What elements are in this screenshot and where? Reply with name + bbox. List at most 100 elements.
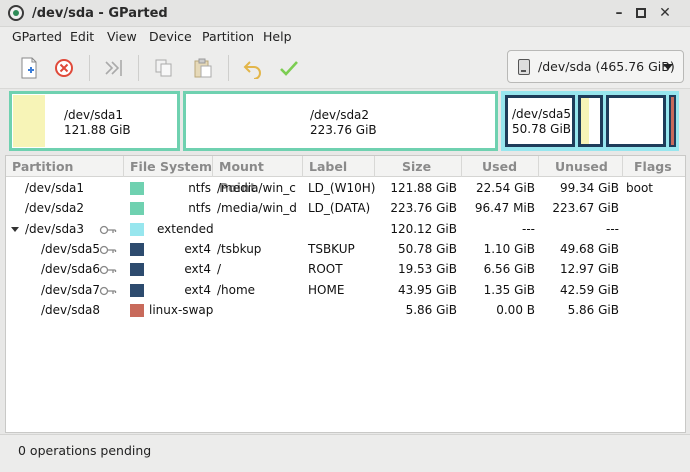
diskmap-partition-sda5[interactable]: /dev/sda5 50.78 GiB bbox=[505, 95, 575, 147]
cell-mount-point: /tsbkup bbox=[217, 241, 262, 256]
close-button[interactable]: ✕ bbox=[656, 4, 674, 22]
cell-file-system: ext4 bbox=[184, 262, 211, 277]
cell-mount-point: /media/win_c bbox=[217, 181, 296, 195]
column-flags[interactable]: Flags bbox=[623, 156, 685, 177]
cell-size: 43.95 GiB bbox=[397, 282, 457, 297]
menu-view[interactable]: View bbox=[107, 29, 137, 44]
menu-bar: GParted Edit View Device Partition Help bbox=[0, 27, 690, 47]
cell-flags: boot bbox=[626, 181, 654, 195]
cell-mount-point: /media/win_d bbox=[217, 201, 297, 216]
menu-gparted[interactable]: GParted bbox=[12, 29, 62, 44]
disk-map: /dev/sda1 121.88 GiB /dev/sda2 223.76 Gi… bbox=[0, 89, 690, 153]
maximize-button[interactable] bbox=[632, 4, 650, 22]
diskmap-partition-sda6[interactable] bbox=[578, 95, 603, 147]
cell-used: 0.00 B bbox=[496, 302, 535, 317]
cell-partition: /dev/sda7 bbox=[41, 282, 101, 297]
cell-partition: /dev/sda3 bbox=[25, 221, 85, 236]
mounted-key-icon bbox=[99, 285, 117, 295]
table-row[interactable]: /dev/sda6 ext4 / ROOT 19.53 GiB 6.56 GiB 12.97… bbox=[6, 259, 685, 279]
diskmap-partition-sda8[interactable] bbox=[669, 95, 676, 147]
filesystem-color-swatch bbox=[130, 283, 144, 297]
delete-icon bbox=[55, 59, 73, 77]
table-row[interactable]: /dev/sda5 ext4/tsbkup TSBKUP 50.78 GiB 1.10 … bbox=[6, 239, 685, 259]
toolbar-separator bbox=[228, 55, 229, 81]
title-bar: /dev/sda - GParted – ✕ bbox=[0, 0, 690, 27]
cell-unused: 49.68 GiB bbox=[559, 241, 619, 256]
undo-icon bbox=[243, 61, 261, 79]
undo-button[interactable] bbox=[240, 55, 266, 81]
cell-size: 19.53 GiB bbox=[397, 262, 457, 277]
column-unused[interactable]: Unused bbox=[539, 156, 623, 177]
harddisk-icon bbox=[518, 59, 530, 75]
device-selector[interactable]: /dev/sda (465.76 GiB) bbox=[507, 50, 684, 83]
status-bar: 0 operations pending bbox=[0, 434, 690, 472]
cell-label: ROOT bbox=[308, 262, 343, 277]
cell-used: 6.56 GiB bbox=[483, 262, 535, 277]
cell-unused: 42.59 GiB bbox=[559, 282, 619, 297]
cell-label: LD_(W10H) bbox=[308, 181, 376, 195]
table-row[interactable]: /dev/sda1 ntfs/media/win_c LD_(W10H) 121.88… bbox=[6, 178, 685, 198]
apply-button[interactable] bbox=[276, 55, 302, 81]
filesystem-color-swatch bbox=[130, 303, 144, 317]
cell-unused: --- bbox=[606, 221, 619, 236]
column-partition[interactable]: Partition bbox=[6, 156, 124, 177]
cell-file-system: ext4 bbox=[184, 282, 211, 297]
cell-partition: /dev/sda5 bbox=[41, 241, 101, 256]
copy-button[interactable] bbox=[151, 55, 177, 81]
paste-button[interactable] bbox=[190, 55, 216, 81]
diskmap-partition-sda3-extended[interactable]: /dev/sda5 50.78 GiB bbox=[501, 91, 679, 151]
table-row[interactable]: /dev/sda8 linux-swap 5.86 GiB 0.00 B 5.86 Gi… bbox=[6, 300, 685, 320]
cell-label: LD_(DATA) bbox=[308, 201, 371, 216]
diskmap-partition-sda1[interactable]: /dev/sda1 121.88 GiB bbox=[9, 91, 180, 151]
table-row[interactable]: /dev/sda7 ext4/home HOME 43.95 GiB 1.35 GiB 4… bbox=[6, 280, 685, 300]
mounted-key-icon bbox=[99, 224, 117, 234]
mounted-key-icon bbox=[99, 244, 117, 255]
filesystem-color-swatch bbox=[130, 182, 144, 195]
column-mount-point[interactable]: Mount Point bbox=[213, 156, 303, 195]
filesystem-color-swatch bbox=[130, 222, 144, 236]
column-label[interactable]: Label bbox=[303, 156, 375, 177]
paste-icon bbox=[194, 58, 212, 78]
cell-mount-point bbox=[217, 219, 305, 239]
filesystem-color-swatch bbox=[130, 263, 144, 277]
diskmap-sda2-name: /dev/sda2 bbox=[310, 108, 370, 122]
expander-arrow-icon[interactable] bbox=[11, 226, 19, 232]
copy-icon bbox=[155, 59, 172, 77]
gparted-app-icon bbox=[8, 5, 24, 21]
column-size[interactable]: Size bbox=[375, 156, 462, 177]
partition-table: Partition File System Mount Point Label … bbox=[5, 155, 686, 433]
table-header: Partition File System Mount Point Label … bbox=[6, 156, 685, 195]
resize-move-button[interactable] bbox=[100, 55, 126, 81]
new-partition-button[interactable] bbox=[16, 55, 42, 81]
chevron-down-icon bbox=[663, 64, 673, 70]
delete-partition-button[interactable] bbox=[51, 55, 77, 81]
menu-device[interactable]: Device bbox=[149, 29, 192, 44]
cell-mount-point: / bbox=[217, 262, 222, 277]
cell-file-system: ntfs bbox=[188, 201, 211, 216]
column-file-system[interactable]: File System bbox=[124, 156, 213, 177]
menu-help[interactable]: Help bbox=[263, 29, 292, 44]
cell-mount-point: /home bbox=[217, 282, 256, 297]
cell-partition: /dev/sda1 bbox=[25, 181, 85, 195]
toolbar-separator bbox=[138, 55, 139, 81]
resize-move-icon bbox=[105, 60, 122, 76]
cell-label: HOME bbox=[308, 282, 345, 297]
table-row[interactable]: /dev/sda2 ntfs/media/win_d LD_(DATA) 223.76… bbox=[6, 198, 685, 218]
cell-file-system: ntfs bbox=[188, 181, 211, 195]
diskmap-partition-sda7[interactable] bbox=[606, 95, 666, 147]
cell-used: 22.54 GiB bbox=[475, 181, 535, 195]
table-row[interactable]: /dev/sda3 extended 120.12 GiB --- --- bbox=[6, 219, 685, 239]
diskmap-partition-sda2[interactable]: /dev/sda2 223.76 GiB bbox=[183, 91, 498, 151]
used-space-bar bbox=[13, 95, 45, 147]
minimize-button[interactable]: – bbox=[610, 4, 628, 22]
menu-partition[interactable]: Partition bbox=[202, 29, 254, 44]
cell-used: 1.10 GiB bbox=[483, 241, 535, 256]
cell-file-system: linux-swap bbox=[149, 302, 214, 317]
column-used[interactable]: Used bbox=[462, 156, 539, 177]
menu-edit[interactable]: Edit bbox=[70, 29, 94, 44]
cell-size: 5.86 GiB bbox=[405, 302, 457, 317]
cell-unused: 99.34 GiB bbox=[559, 181, 619, 195]
cell-unused: 223.67 GiB bbox=[552, 201, 619, 216]
cell-label: TSBKUP bbox=[308, 241, 355, 256]
diskmap-sda2-size: 223.76 GiB bbox=[310, 123, 377, 137]
